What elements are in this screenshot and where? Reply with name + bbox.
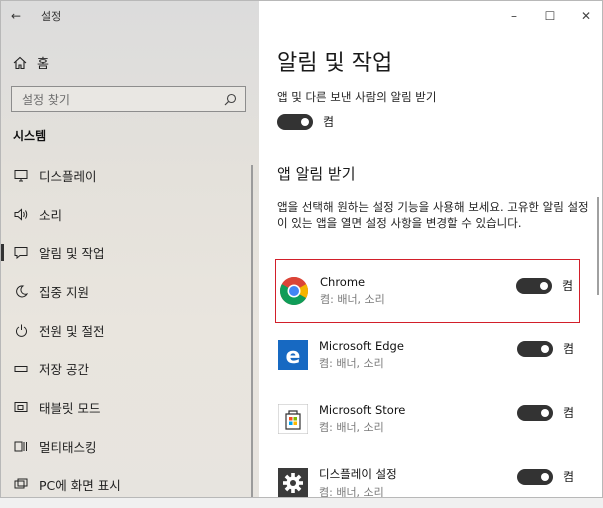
power-icon	[13, 322, 29, 338]
tablet-mode-icon	[13, 399, 29, 415]
toggle-switch[interactable]	[516, 404, 553, 421]
sidebar: ← 설정 홈 설정 찾기 시스템 디스플레이 소리 알림 및 작업 집중 지원 …	[1, 1, 259, 498]
display-settings-icon	[277, 467, 309, 497]
sidebar-nav: 디스플레이 소리 알림 및 작업 집중 지원 전원 및 절전 저장 공간 태블릿…	[1, 156, 259, 498]
sidebar-item-label: 디스플레이	[39, 168, 97, 184]
app-status: 켬: 배너, 소리	[319, 357, 384, 370]
minimize-button[interactable]: –	[496, 1, 532, 31]
sidebar-item-notifications[interactable]: 알림 및 작업	[1, 233, 259, 272]
app-toggle-store[interactable]: 켬	[516, 404, 574, 421]
page-title: 알림 및 작업	[277, 51, 393, 76]
app-status: 켬: 배너, 소리	[319, 486, 384, 498]
notifications-master-toggle[interactable]: 켬	[277, 113, 334, 130]
moon-icon	[13, 283, 29, 299]
sidebar-item-sound[interactable]: 소리	[1, 195, 259, 234]
app-toggle-display-settings[interactable]: 켬	[516, 468, 574, 485]
maximize-button[interactable]: ☐	[532, 1, 568, 31]
toggle-switch[interactable]	[516, 340, 553, 357]
sidebar-item-focus-assist[interactable]: 집중 지원	[1, 272, 259, 311]
sidebar-item-label: 소리	[39, 207, 63, 223]
back-arrow-icon[interactable]: ←	[11, 9, 23, 23]
window-controls: – ☐ ✕	[496, 1, 602, 31]
sidebar-item-label: 집중 지원	[39, 284, 89, 300]
app-row-display-settings[interactable]: 디스플레이 설정 켬: 배너, 소리 켬	[275, 451, 580, 498]
toggle-switch[interactable]	[277, 113, 313, 130]
sidebar-scrollbar[interactable]	[251, 165, 253, 497]
notifications-description: 앱 및 다른 보낸 사람의 알림 받기	[277, 90, 437, 104]
svg-text:e: e	[286, 344, 301, 369]
toggle-state-label: 켬	[562, 470, 574, 484]
toggle-state-label: 켬	[323, 115, 335, 129]
app-toggle-chrome[interactable]: 켬	[515, 277, 573, 294]
section-title: 시스템	[13, 129, 47, 143]
toggle-switch[interactable]	[516, 468, 553, 485]
app-row-edge[interactable]: e Microsoft Edge 켬: 배너, 소리 켬	[275, 323, 580, 387]
toggle-switch[interactable]	[515, 277, 552, 294]
search-placeholder: 설정 찾기	[22, 92, 70, 107]
sidebar-item-label: 알림 및 작업	[39, 246, 105, 262]
window-bottom-edge	[0, 498, 603, 508]
sidebar-item-label: 전원 및 절전	[39, 323, 105, 339]
sidebar-item-multitasking[interactable]: 멀티태스킹	[1, 427, 259, 466]
sidebar-item-label: 멀티태스킹	[39, 439, 97, 455]
sidebar-item-home[interactable]: 홈	[13, 53, 49, 72]
close-button[interactable]: ✕	[568, 1, 602, 31]
storage-icon	[13, 361, 29, 377]
app-row-store[interactable]: Microsoft Store 켬: 배너, 소리 켬	[275, 387, 580, 451]
apps-section-description: 앱을 선택해 원하는 설정 기능을 사용해 보세요. 고유한 알림 설정이 있는…	[277, 200, 589, 230]
app-row-chrome[interactable]: Chrome 켬: 배너, 소리 켬	[275, 259, 580, 323]
multitasking-icon	[13, 438, 29, 454]
sidebar-item-storage[interactable]: 저장 공간	[1, 349, 259, 388]
sidebar-item-display[interactable]: 디스플레이	[1, 156, 259, 195]
search-input[interactable]: 설정 찾기	[11, 86, 246, 112]
settings-window: ← 설정 홈 설정 찾기 시스템 디스플레이 소리 알림 및 작업 집중 지원 …	[0, 0, 603, 498]
main-scrollbar[interactable]	[597, 197, 599, 295]
notification-icon	[13, 245, 29, 261]
toggle-state-label: 켬	[561, 279, 573, 293]
toggle-state-label: 켬	[562, 342, 574, 356]
sidebar-item-label: 태블릿 모드	[39, 400, 101, 416]
sidebar-item-tablet-mode[interactable]: 태블릿 모드	[1, 388, 259, 427]
app-status: 켬: 배너, 소리	[319, 421, 384, 434]
home-label: 홈	[37, 57, 49, 72]
sidebar-item-label: 저장 공간	[39, 362, 89, 378]
store-icon	[277, 403, 309, 435]
toggle-state-label: 켬	[562, 406, 574, 420]
edge-icon: e	[277, 339, 309, 371]
search-icon[interactable]	[224, 93, 237, 106]
window-title: 설정	[41, 10, 62, 23]
sidebar-item-project[interactable]: PC에 화면 표시	[1, 466, 259, 498]
project-icon	[13, 477, 29, 493]
sidebar-item-label: PC에 화면 표시	[39, 478, 121, 494]
sidebar-item-power[interactable]: 전원 및 절전	[1, 311, 259, 350]
monitor-icon	[13, 167, 29, 183]
speaker-icon	[13, 206, 29, 222]
home-icon	[13, 56, 27, 70]
main-panel: – ☐ ✕ 알림 및 작업 앱 및 다른 보낸 사람의 알림 받기 켬 앱 알림…	[259, 1, 602, 498]
titlebar-left: ← 설정	[11, 7, 61, 25]
app-toggle-edge[interactable]: 켬	[516, 340, 574, 357]
apps-section-title: 앱 알림 받기	[277, 165, 356, 183]
app-list: Chrome 켬: 배너, 소리 켬 e Microsoft Edge 켬: 배…	[275, 259, 580, 498]
chrome-icon	[278, 275, 310, 307]
